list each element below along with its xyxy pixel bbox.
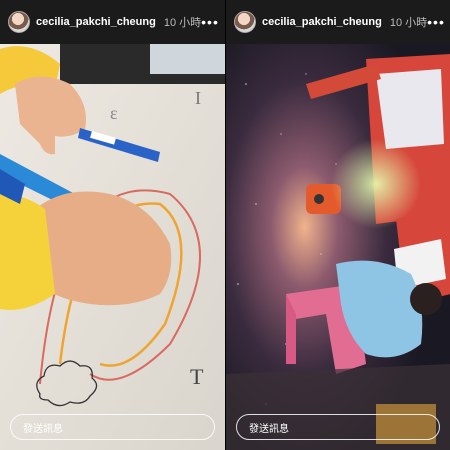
svg-text:ε: ε [110, 103, 118, 123]
svg-text:T: T [190, 364, 204, 389]
story-header: cecilia_pakchi_cheung 10 小時 ••• [0, 0, 225, 44]
story-right[interactable]: cecilia_pakchi_cheung 10 小時 ••• ✕ [225, 0, 450, 450]
classroom-photo [226, 44, 450, 450]
username[interactable]: cecilia_pakchi_cheung [262, 16, 382, 28]
more-icon[interactable]: ••• [427, 15, 445, 29]
reply-input[interactable]: 發送訊息 [236, 414, 440, 440]
story-image-drawing[interactable]: T I ε [0, 44, 225, 450]
reply-placeholder: 發送訊息 [249, 423, 289, 435]
svg-text:I: I [195, 88, 201, 108]
drawing-photo: T I ε [0, 44, 225, 450]
story-header: cecilia_pakchi_cheung 10 小時 ••• ✕ [226, 0, 450, 44]
story-viewer: cecilia_pakchi_cheung 10 小時 ••• T I ε 發送… [0, 0, 450, 450]
story-left[interactable]: cecilia_pakchi_cheung 10 小時 ••• T I ε 發送… [0, 0, 225, 450]
timestamp: 10 小時 [389, 17, 428, 29]
username[interactable]: cecilia_pakchi_cheung [36, 16, 156, 28]
reply-input[interactable]: 發送訊息 [10, 414, 215, 440]
avatar[interactable] [234, 11, 256, 33]
reply-placeholder: 發送訊息 [23, 423, 63, 435]
more-icon[interactable]: ••• [201, 15, 219, 29]
timestamp: 10 小時 [163, 17, 202, 29]
story-image-galaxy-classroom[interactable] [226, 44, 450, 450]
avatar[interactable] [8, 11, 30, 33]
